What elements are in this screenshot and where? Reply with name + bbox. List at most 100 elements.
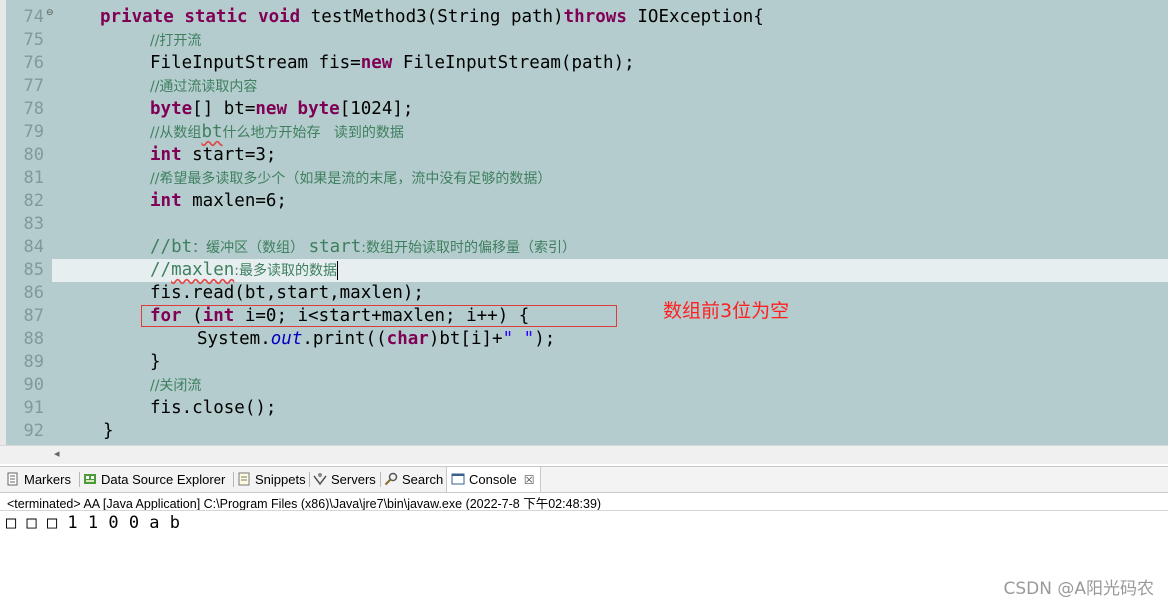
comment: ：缓冲区（数组） — [192, 240, 309, 256]
comment: //希望最多读取多少个（如果是流的末尾，流中没有足够的数据） — [150, 171, 552, 187]
search-icon — [384, 472, 398, 486]
line-number: 88 — [23, 329, 44, 349]
line-number: 85 — [23, 260, 44, 280]
line-number: 89 — [23, 352, 44, 372]
line-number: 78 — [23, 99, 44, 119]
comment: // — [150, 237, 172, 257]
line-number: 87 — [23, 306, 44, 326]
comment: //从数组 — [150, 125, 202, 141]
tab-label: Servers — [331, 472, 376, 487]
code-text: )bt[i]+ — [428, 329, 503, 349]
watermark: CSDN @A阳光码农 — [1003, 579, 1154, 599]
string-literal: " " — [502, 329, 535, 349]
static-field: out — [270, 329, 303, 349]
tab-markers[interactable]: Markers — [6, 467, 71, 492]
code-text: .print(( — [302, 329, 387, 349]
tab-servers[interactable]: Servers — [313, 467, 376, 492]
markers-icon — [7, 472, 18, 486]
code-text: System. — [197, 329, 271, 349]
console-divider — [0, 510, 1168, 511]
comment-identifier: start — [308, 237, 362, 257]
code-line-77[interactable]: //通过流读取内容 — [150, 75, 257, 98]
keyword: void — [258, 7, 301, 27]
tab-label: Markers — [24, 472, 71, 487]
console-icon — [451, 473, 465, 485]
code-text: [] bt= — [192, 99, 256, 119]
comment-identifier: bt — [171, 237, 193, 257]
annotation-text: 数组前3位为空 — [663, 300, 790, 322]
code-editor[interactable]: 74 75 76 77 78 79 80 81 82 83 84 85 86 8… — [0, 0, 1168, 445]
line-number: 80 — [23, 145, 44, 165]
code-line-92[interactable]: } — [103, 420, 114, 443]
line-number: 77 — [23, 76, 44, 96]
comment-identifier: maxlen — [171, 260, 235, 280]
code-text: IOException{ — [626, 7, 764, 27]
code-text: fis.close(); — [150, 398, 277, 418]
line-number: 90 — [23, 375, 44, 395]
tab-search[interactable]: Search — [384, 467, 443, 492]
code-line-79[interactable]: //从数组bt什么地方开始存 读到的数据 — [150, 121, 404, 144]
tab-data-source-explorer[interactable]: Data Source Explorer — [83, 467, 225, 492]
code-line-85[interactable]: //maxlen:最多读取的数据 — [150, 259, 339, 282]
line-number: 74 — [23, 7, 44, 27]
line-number: 79 — [23, 122, 44, 142]
keyword: char — [386, 329, 429, 349]
line-number: 84 — [23, 237, 44, 257]
code-line-81[interactable]: //希望最多读取多少个（如果是流的末尾，流中没有足够的数据） — [150, 167, 551, 190]
comment-identifier: bt — [201, 122, 223, 142]
code-line-80[interactable]: int start=3; — [150, 144, 276, 167]
code-line-82[interactable]: int maxlen=6; — [150, 190, 287, 213]
tab-snippets[interactable]: Snippets — [237, 467, 306, 492]
code-line-74[interactable]: private static void testMethod3(String p… — [100, 6, 764, 29]
tab-console[interactable]: Console ☒ — [446, 467, 542, 492]
keyword: int — [150, 145, 182, 165]
code-text: } — [103, 421, 114, 441]
code-line-84[interactable]: //bt：缓冲区（数组） start:数组开始读取时的偏移量（索引） — [150, 236, 576, 259]
line-number: 91 — [23, 398, 44, 418]
comment: //关闭流 — [150, 378, 202, 394]
keyword: byte — [297, 99, 340, 119]
code-text: FileInputStream fis= — [150, 53, 361, 73]
code-text: FileInputStream(path); — [392, 53, 635, 73]
comment: //打开流 — [150, 33, 202, 49]
code-line-89[interactable]: } — [150, 351, 161, 374]
line-number: 92 — [23, 421, 44, 441]
comment: :数组开始读取时的偏移量（索引） — [361, 240, 577, 256]
tab-label: Console — [469, 472, 517, 487]
keyword: new — [360, 53, 393, 73]
keyword: private — [100, 7, 174, 27]
scroll-left-arrow-icon[interactable]: ◂ — [54, 447, 60, 460]
keyword: throws — [563, 7, 627, 27]
tab-separator — [79, 472, 80, 487]
code-line-86[interactable]: fis.read(bt,start,maxlen); — [150, 282, 424, 305]
close-tab-icon[interactable]: ☒ — [524, 473, 535, 487]
fold-collapse-icon[interactable]: ⊖ — [46, 8, 54, 18]
keyword: byte — [150, 99, 193, 119]
tab-separator — [380, 472, 381, 487]
comment: :最多读取的数据 — [234, 263, 338, 279]
line-number: 75 — [23, 30, 44, 50]
keyword: new — [255, 99, 287, 119]
snippets-icon — [238, 472, 250, 486]
line-number: 82 — [23, 191, 44, 211]
code-line-78[interactable]: byte[] bt=new byte[1024]; — [150, 98, 413, 121]
comment: // — [150, 260, 172, 280]
code-line-75[interactable]: //打开流 — [150, 29, 201, 52]
code-line-76[interactable]: FileInputStream fis=new FileInputStream(… — [150, 52, 635, 75]
console-output[interactable]: □ □ □ 1 1 0 0 a b — [6, 513, 180, 533]
line-number: 83 — [23, 214, 44, 234]
tab-label: Data Source Explorer — [101, 472, 226, 487]
view-tab-bar: Markers Data Source Explorer Snippets Se… — [0, 466, 1168, 493]
code-line-90[interactable]: //关闭流 — [150, 374, 201, 397]
keyword: int — [150, 191, 182, 211]
code-text: maxlen=6; — [181, 191, 287, 211]
comment: 什么地方开始存 读到的数据 — [222, 125, 404, 141]
line-number: 86 — [23, 283, 44, 303]
tab-label: Search — [402, 472, 444, 487]
code-line-91[interactable]: fis.close(); — [150, 397, 276, 420]
line-number-gutter: 74 75 76 77 78 79 80 81 82 83 84 85 86 8… — [6, 0, 54, 445]
horizontal-scrollbar[interactable]: ◂ — [0, 445, 1168, 464]
code-line-88[interactable]: System.out.print((char)bt[i]+" "); — [197, 328, 555, 351]
tab-label: Snippets — [255, 472, 306, 487]
